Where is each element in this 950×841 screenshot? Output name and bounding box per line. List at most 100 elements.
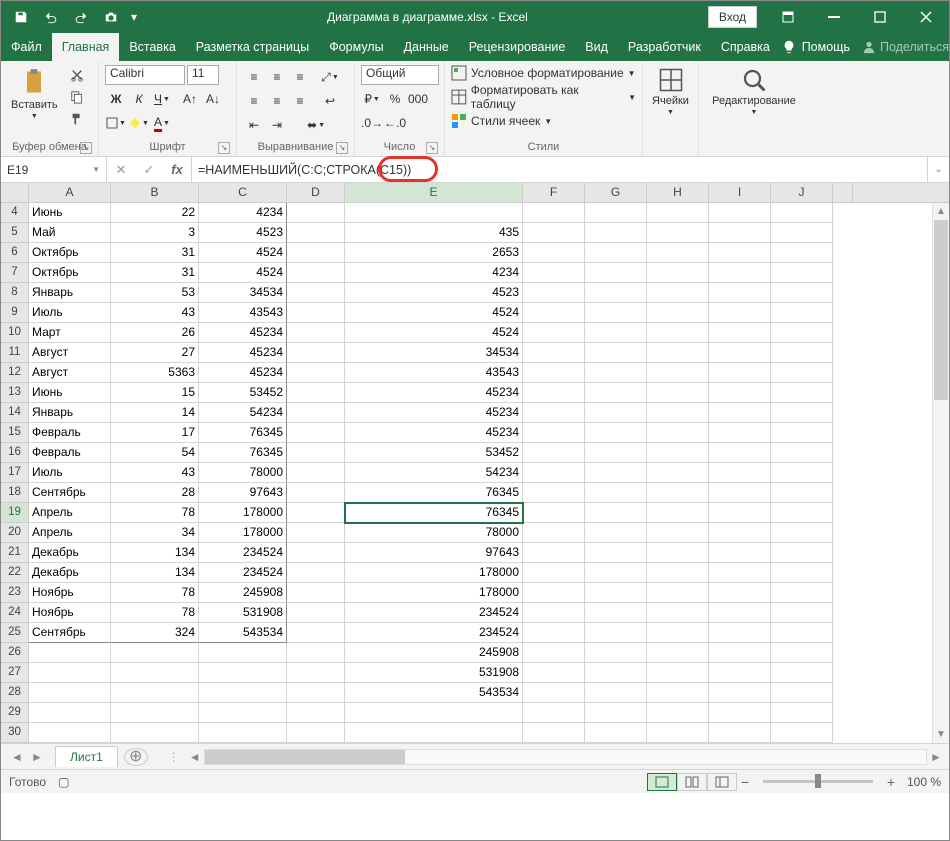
align-right-icon[interactable]: ≡	[289, 91, 311, 111]
cell[interactable]: Сентябрь	[29, 623, 111, 643]
row-header[interactable]: 27	[1, 663, 29, 683]
cell[interactable]	[585, 423, 647, 443]
row-header[interactable]: 23	[1, 583, 29, 603]
tab-view[interactable]: Вид	[575, 33, 618, 61]
cell[interactable]	[523, 203, 585, 223]
cell[interactable]	[287, 663, 345, 683]
cell[interactable]	[585, 263, 647, 283]
cell[interactable]: 54234	[345, 463, 523, 483]
cell[interactable]: 31	[111, 263, 199, 283]
cell[interactable]	[523, 483, 585, 503]
cell[interactable]	[523, 443, 585, 463]
row-header[interactable]: 5	[1, 223, 29, 243]
cell[interactable]	[585, 323, 647, 343]
cell[interactable]	[771, 663, 833, 683]
tab-home[interactable]: Главная	[52, 33, 120, 61]
row-header[interactable]: 8	[1, 283, 29, 303]
cell[interactable]	[647, 283, 709, 303]
cell[interactable]: 34534	[345, 343, 523, 363]
cell[interactable]	[709, 703, 771, 723]
ribbon-display-icon[interactable]	[765, 1, 811, 33]
cell[interactable]	[771, 523, 833, 543]
cell[interactable]	[709, 203, 771, 223]
cell[interactable]: Октябрь	[29, 243, 111, 263]
cell[interactable]: 4524	[345, 323, 523, 343]
cells-button[interactable]: Ячейки ▼	[649, 65, 692, 118]
normal-view-icon[interactable]	[647, 773, 677, 791]
copy-icon[interactable]	[66, 87, 88, 107]
cell[interactable]	[585, 243, 647, 263]
cell[interactable]: 4524	[345, 303, 523, 323]
cell[interactable]	[523, 663, 585, 683]
cell[interactable]	[585, 483, 647, 503]
cell[interactable]	[771, 583, 833, 603]
cell[interactable]	[523, 683, 585, 703]
cell[interactable]	[647, 343, 709, 363]
row-header[interactable]: 21	[1, 543, 29, 563]
cell[interactable]	[771, 643, 833, 663]
column-header-J[interactable]: J	[771, 183, 833, 202]
cell[interactable]: 245908	[199, 583, 287, 603]
scroll-left-icon[interactable]: ◄	[186, 750, 204, 764]
cell[interactable]	[709, 383, 771, 403]
merge-button[interactable]: ⬌▼	[296, 115, 336, 135]
cell[interactable]: 45234	[199, 343, 287, 363]
cell[interactable]	[111, 703, 199, 723]
cell[interactable]: 531908	[199, 603, 287, 623]
cell[interactable]: 54	[111, 443, 199, 463]
cell[interactable]	[647, 263, 709, 283]
cell[interactable]	[585, 543, 647, 563]
cell[interactable]: 76345	[199, 443, 287, 463]
cell[interactable]	[709, 463, 771, 483]
conditional-formatting-button[interactable]: Условное форматирование▼	[451, 65, 636, 81]
undo-icon[interactable]	[37, 5, 65, 29]
tab-page-layout[interactable]: Разметка страницы	[186, 33, 319, 61]
cell[interactable]	[523, 583, 585, 603]
cell[interactable]	[647, 523, 709, 543]
cell[interactable]	[709, 723, 771, 743]
cell[interactable]	[709, 623, 771, 643]
row-header[interactable]: 18	[1, 483, 29, 503]
row-header[interactable]: 4	[1, 203, 29, 223]
cell[interactable]	[585, 383, 647, 403]
cell[interactable]	[709, 483, 771, 503]
row-header[interactable]: 10	[1, 323, 29, 343]
cell[interactable]	[647, 203, 709, 223]
cell[interactable]	[523, 723, 585, 743]
select-all-corner[interactable]	[1, 183, 29, 202]
cell[interactable]: 54234	[199, 403, 287, 423]
row-header[interactable]: 30	[1, 723, 29, 743]
cell[interactable]	[709, 243, 771, 263]
increase-decimal-icon[interactable]: .0→	[361, 113, 383, 133]
cell[interactable]	[287, 423, 345, 443]
cell[interactable]	[709, 283, 771, 303]
column-header-C[interactable]: C	[199, 183, 287, 202]
cell[interactable]	[287, 483, 345, 503]
cell[interactable]	[647, 643, 709, 663]
cell[interactable]	[647, 403, 709, 423]
cell[interactable]	[287, 283, 345, 303]
cell[interactable]	[523, 463, 585, 483]
cell[interactable]: 324	[111, 623, 199, 643]
cell[interactable]: 543534	[345, 683, 523, 703]
column-header-H[interactable]: H	[647, 183, 709, 202]
cell[interactable]	[771, 603, 833, 623]
cell[interactable]	[771, 203, 833, 223]
cell[interactable]	[287, 723, 345, 743]
cancel-formula-icon[interactable]: ✕	[107, 162, 135, 178]
row-header[interactable]: 15	[1, 423, 29, 443]
number-format-select[interactable]: Общий	[361, 65, 439, 85]
row-header[interactable]: 17	[1, 463, 29, 483]
cell[interactable]: 27	[111, 343, 199, 363]
cell[interactable]	[29, 683, 111, 703]
cell[interactable]	[287, 623, 345, 643]
font-launcher-icon[interactable]: ↘	[218, 142, 230, 154]
cell[interactable]: Ноябрь	[29, 603, 111, 623]
cell[interactable]: 543534	[199, 623, 287, 643]
tab-file[interactable]: Файл	[1, 33, 52, 61]
cell[interactable]	[585, 603, 647, 623]
cell[interactable]	[287, 343, 345, 363]
cell[interactable]: 78000	[199, 463, 287, 483]
cell[interactable]: 45234	[345, 383, 523, 403]
cell[interactable]	[585, 643, 647, 663]
